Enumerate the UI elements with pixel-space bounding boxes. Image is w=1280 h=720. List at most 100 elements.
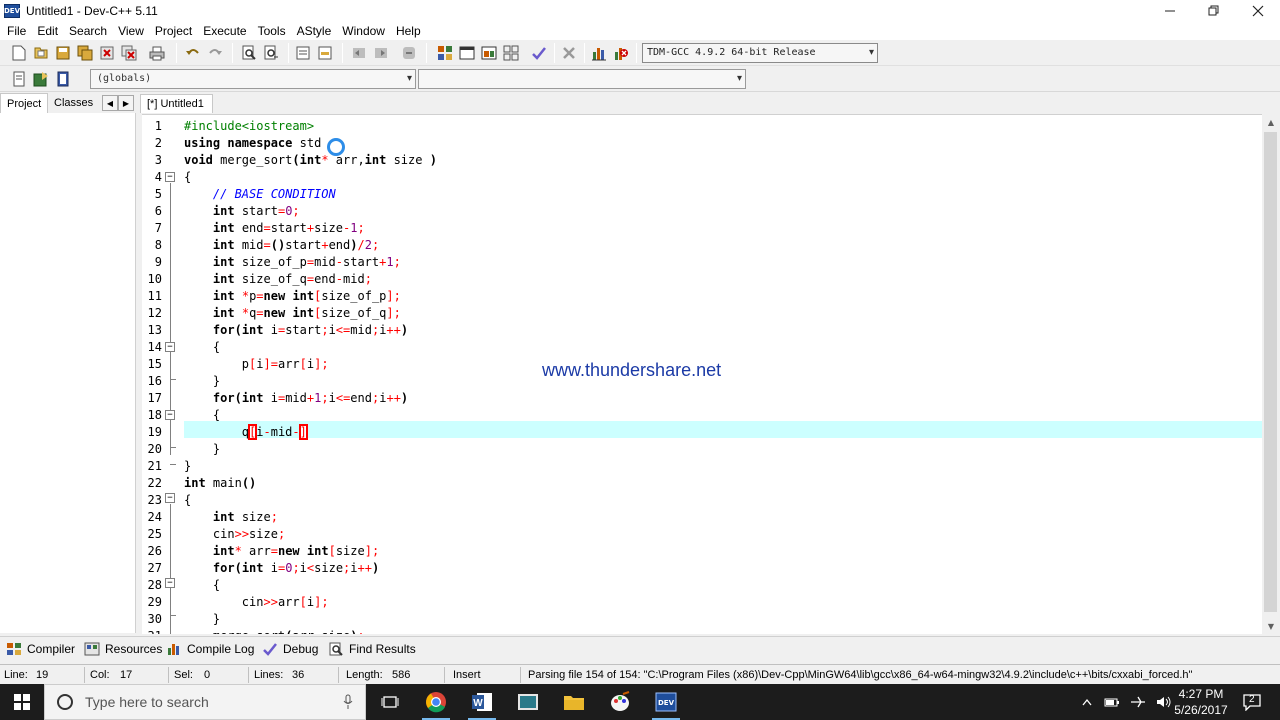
print-button[interactable]	[148, 44, 166, 62]
fold-toggle-line-23[interactable]: −	[165, 493, 175, 503]
code-line[interactable]: int size_of_p=mid-start+1;	[184, 254, 401, 271]
menu-execute[interactable]: Execute	[198, 22, 252, 40]
tab-resources[interactable]: Resources	[84, 640, 162, 658]
code-line[interactable]: {	[184, 407, 220, 424]
taskbar-search-box[interactable]: Type here to search	[44, 684, 366, 720]
battery-icon[interactable]	[1104, 695, 1120, 709]
dev-cpp-taskbar-button[interactable]: DEV	[646, 684, 686, 720]
redo-button[interactable]	[206, 44, 224, 62]
code-line[interactable]: void merge_sort(int* arr,int size )	[184, 152, 437, 169]
media-taskbar-button[interactable]	[508, 684, 548, 720]
menu-help[interactable]: Help	[391, 22, 427, 40]
menu-edit[interactable]: Edit	[32, 22, 64, 40]
new-class-button[interactable]	[32, 70, 50, 88]
code-line[interactable]: int size;	[184, 509, 278, 526]
code-line[interactable]: int* arr=new int[size];	[184, 543, 379, 560]
code-line[interactable]: cin>>size;	[184, 526, 285, 543]
compile-button[interactable]	[436, 44, 454, 62]
undo-button[interactable]	[184, 44, 202, 62]
menu-search[interactable]: Search	[64, 22, 113, 40]
editor-vertical-scrollbar[interactable]: ▲ ▼	[1262, 114, 1280, 634]
menu-project[interactable]: Project	[150, 22, 198, 40]
fold-toggle-line-4[interactable]: −	[165, 172, 175, 182]
code-line[interactable]: {	[184, 577, 220, 594]
toggle-comment-button[interactable]	[400, 44, 418, 62]
fold-toggle-line-28[interactable]: −	[165, 578, 175, 588]
tab-find-results[interactable]: Find Results	[328, 640, 416, 658]
word-taskbar-button[interactable]: W	[462, 684, 502, 720]
profile-button[interactable]	[590, 44, 608, 62]
code-line[interactable]: int *p=new int[size_of_p];	[184, 288, 401, 305]
menu-tools[interactable]: Tools	[253, 22, 292, 40]
stop-execution-button[interactable]	[560, 44, 578, 62]
rebuild-all-button[interactable]	[502, 44, 520, 62]
tab-classes[interactable]: Classes	[48, 93, 99, 113]
code-line[interactable]: int *q=new int[size_of_q];	[184, 305, 401, 322]
editor-tab-untitled1[interactable]: [*] Untitled1	[140, 94, 213, 113]
toggle-bookmark-button[interactable]	[316, 44, 334, 62]
symbol-combo[interactable]: ▾	[418, 69, 746, 89]
file-explorer-taskbar-button[interactable]	[554, 684, 594, 720]
code-line[interactable]: merge_sort(arr,size);	[184, 628, 365, 634]
code-line[interactable]: for(int i=start;i<=mid;i++)	[184, 322, 408, 339]
find-button[interactable]	[240, 44, 258, 62]
tab-debug[interactable]: Debug	[262, 640, 318, 658]
run-button[interactable]	[458, 44, 476, 62]
tab-scroll-left-button[interactable]: ◀	[102, 95, 118, 111]
code-line[interactable]: int size_of_q=end-mid;	[184, 271, 372, 288]
task-view-button[interactable]	[370, 684, 410, 720]
open-button[interactable]	[32, 44, 50, 62]
fold-toggle-line-18[interactable]: −	[165, 410, 175, 420]
code-line[interactable]: int start=0;	[184, 203, 300, 220]
code-line[interactable]: p[i]=arr[i];	[184, 356, 329, 373]
code-line[interactable]: }	[184, 611, 220, 628]
code-line[interactable]: #include<iostream>	[184, 118, 314, 135]
code-line[interactable]: {	[184, 492, 191, 509]
tab-compiler[interactable]: Compiler	[6, 640, 75, 658]
scrollbar-thumb[interactable]	[1264, 132, 1277, 612]
replace-button[interactable]	[262, 44, 280, 62]
code-line[interactable]: }	[184, 373, 220, 390]
minimize-button[interactable]	[1148, 0, 1192, 22]
scroll-down-icon[interactable]: ▼	[1262, 618, 1280, 634]
restore-button[interactable]	[1192, 0, 1236, 22]
code-line[interactable]: int end=start+size-1;	[184, 220, 365, 237]
menu-astyle[interactable]: AStyle	[292, 22, 338, 40]
airplane-mode-icon[interactable]	[1130, 695, 1146, 709]
indent-button[interactable]	[350, 44, 368, 62]
tab-project[interactable]: Project	[0, 93, 49, 113]
menu-window[interactable]: Window	[337, 22, 391, 40]
unindent-button[interactable]	[372, 44, 390, 62]
close-file-button[interactable]	[98, 44, 116, 62]
syntax-check-button[interactable]	[530, 44, 548, 62]
code-line[interactable]: // BASE CONDITION	[184, 186, 336, 203]
code-line[interactable]: using namespace std	[184, 135, 321, 152]
tray-chevron-up-icon[interactable]	[1082, 698, 1092, 706]
code-line[interactable]: cin>>arr[i];	[184, 594, 329, 611]
compile-run-button[interactable]	[480, 44, 498, 62]
code-line[interactable]: int mid=()start+end)/2;	[184, 237, 379, 254]
insert-button[interactable]	[10, 70, 28, 88]
new-file-button[interactable]	[10, 44, 28, 62]
code-line[interactable]: }	[184, 441, 220, 458]
code-line[interactable]: for(int i=0;i<size;i++)	[184, 560, 379, 577]
taskbar-clock[interactable]: 4:27 PM 5/26/2017	[1168, 686, 1234, 718]
delete-profile-button[interactable]	[612, 44, 630, 62]
fold-toggle-line-14[interactable]: −	[165, 342, 175, 352]
chrome-taskbar-button[interactable]	[416, 684, 456, 720]
start-button[interactable]	[0, 684, 44, 720]
close-button[interactable]	[1236, 0, 1280, 22]
action-center-button[interactable]: 2	[1242, 684, 1262, 720]
save-button[interactable]	[54, 44, 72, 62]
menu-view[interactable]: View	[113, 22, 150, 40]
code-line[interactable]: int main()	[184, 475, 256, 492]
close-all-button[interactable]	[120, 44, 138, 62]
code-line[interactable]: for(int i=mid+1;i<=end;i++)	[184, 390, 408, 407]
code-line[interactable]: {	[184, 169, 191, 186]
compiler-select[interactable]: TDM-GCC 4.9.2 64-bit Release ▾	[642, 43, 878, 63]
code-line[interactable]: {	[184, 339, 220, 356]
scroll-up-icon[interactable]: ▲	[1262, 114, 1280, 130]
scope-combo[interactable]: (globals) ▾	[90, 69, 416, 89]
tab-scroll-right-button[interactable]: ▶	[118, 95, 134, 111]
menu-file[interactable]: File	[2, 22, 32, 40]
